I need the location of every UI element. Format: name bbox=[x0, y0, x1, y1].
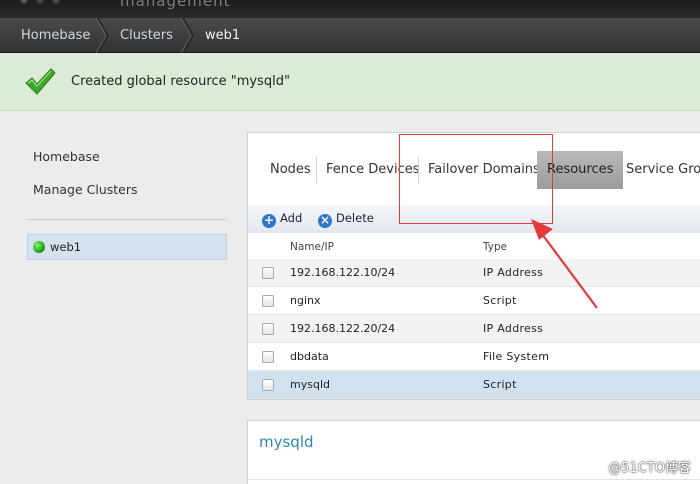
delete-label: Delete bbox=[336, 211, 374, 225]
table-row[interactable]: 192.168.122.20/24 IP Address bbox=[248, 315, 700, 343]
row-checkbox[interactable] bbox=[262, 379, 274, 391]
resource-name[interactable]: 192.168.122.20/24 bbox=[290, 322, 395, 335]
delete-icon: × bbox=[318, 213, 332, 228]
tab-service-groups[interactable]: Service Groups bbox=[626, 151, 700, 189]
sidebar-item-web1[interactable]: web1 bbox=[27, 234, 227, 260]
app-logo bbox=[14, 0, 104, 6]
resource-name[interactable]: 192.168.122.10/24 bbox=[290, 266, 395, 279]
app-title: management bbox=[120, 0, 231, 10]
add-label: Add bbox=[280, 211, 303, 225]
watermark: @51CTO博客 bbox=[608, 461, 691, 476]
row-checkbox[interactable] bbox=[262, 295, 274, 307]
resource-type: File System bbox=[483, 350, 550, 363]
resource-name[interactable]: mysqld bbox=[290, 378, 330, 391]
app-header: management bbox=[0, 0, 700, 18]
annotation-highlight-box bbox=[399, 134, 553, 224]
chevron-right-icon bbox=[96, 18, 110, 53]
nav-manage-clusters[interactable]: Manage Clusters bbox=[33, 182, 138, 197]
tab-nodes[interactable]: Nodes bbox=[270, 151, 311, 189]
success-notification: Created global resource "mysqld" bbox=[0, 53, 700, 111]
table-row-selected[interactable]: mysqld Script bbox=[248, 371, 700, 399]
resource-type: IP Address bbox=[483, 266, 544, 279]
add-icon: + bbox=[262, 213, 276, 228]
column-header-type[interactable]: Type bbox=[483, 241, 507, 253]
status-online-icon bbox=[33, 241, 45, 253]
chevron-right-icon bbox=[181, 18, 195, 53]
breadcrumb-homebase[interactable]: Homebase bbox=[21, 18, 90, 53]
nav-divider bbox=[27, 219, 227, 220]
delete-button[interactable]: × Delete bbox=[318, 211, 374, 228]
resource-type: Script bbox=[483, 378, 517, 391]
add-button[interactable]: + Add bbox=[262, 211, 303, 228]
checkmark-icon bbox=[24, 68, 56, 96]
row-checkbox[interactable] bbox=[262, 267, 274, 279]
breadcrumb-current: web1 bbox=[205, 28, 241, 43]
column-header-name[interactable]: Name/IP bbox=[290, 241, 334, 253]
resource-type: IP Address bbox=[483, 322, 544, 335]
resource-name[interactable]: dbdata bbox=[290, 350, 329, 363]
notification-message: Created global resource "mysqld" bbox=[71, 74, 290, 89]
detail-divider bbox=[248, 479, 700, 480]
tab-divider bbox=[316, 157, 317, 183]
row-checkbox[interactable] bbox=[262, 323, 274, 335]
breadcrumb-clusters[interactable]: Clusters bbox=[120, 18, 173, 53]
breadcrumb: Homebase Clusters web1 bbox=[0, 18, 700, 53]
table-row[interactable]: 192.168.122.10/24 IP Address bbox=[248, 259, 700, 287]
resource-type: Script bbox=[483, 294, 517, 307]
row-checkbox[interactable] bbox=[262, 351, 274, 363]
table-row[interactable]: dbdata File System bbox=[248, 343, 700, 371]
cluster-name: web1 bbox=[50, 240, 82, 254]
resource-name[interactable]: nginx bbox=[290, 294, 321, 307]
table-row[interactable]: nginx Script bbox=[248, 287, 700, 315]
nav-homebase[interactable]: Homebase bbox=[33, 149, 100, 164]
resource-detail-title: mysqld bbox=[259, 433, 314, 451]
